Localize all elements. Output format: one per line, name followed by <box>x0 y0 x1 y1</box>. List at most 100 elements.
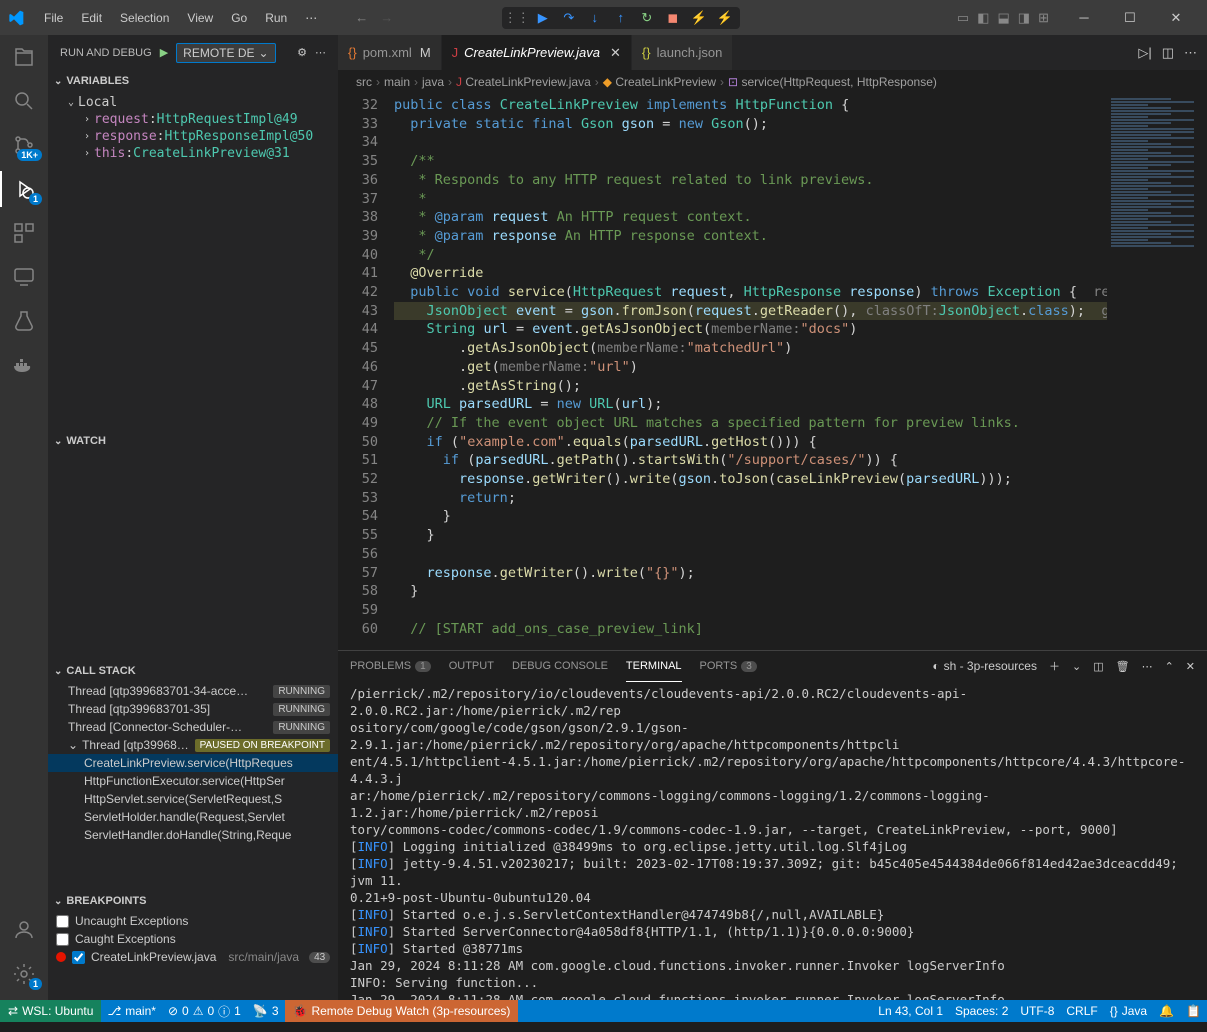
thread-row[interactable]: Thread [qtp399683701-34-acce…RUNNING <box>48 682 338 700</box>
section-callstack[interactable]: ⌄CALL STACK <box>48 660 338 682</box>
menu-go[interactable]: Go <box>223 7 255 29</box>
feedback-icon[interactable]: 📋 <box>1180 1004 1207 1018</box>
bp-uncaught[interactable]: Uncaught Exceptions <box>48 912 338 930</box>
toggle-bottom-icon[interactable]: ⬓ <box>997 10 1009 26</box>
customize-layout-icon[interactable]: ⊞ <box>1038 10 1049 26</box>
stack-frame[interactable]: ServletHolder.handle(Request,Servlet <box>48 808 338 826</box>
tab-debug-console[interactable]: DEBUG CONSOLE <box>512 656 608 676</box>
new-terminal-icon[interactable]: ＋ <box>1049 658 1060 674</box>
breadcrumb[interactable]: src›main›java›J CreateLinkPreview.java›◆… <box>338 70 1207 94</box>
breadcrumb-item[interactable]: ◆ CreateLinkPreview <box>603 75 716 89</box>
paused-thread[interactable]: ⌄Thread [qtp39968…PAUSED ON BREAKPOINT <box>48 736 338 754</box>
toggle-sidebar-icon[interactable]: ◧ <box>977 10 989 26</box>
stack-frame[interactable]: ServletHandler.doHandle(String,Reque <box>48 826 338 844</box>
disconnect-icon[interactable]: ⚡ <box>690 9 708 27</box>
eol-status[interactable]: CRLF <box>1060 1004 1103 1018</box>
tab-ports[interactable]: PORTS3 <box>700 656 757 676</box>
editor-tab[interactable]: {}pom.xmlM <box>338 35 442 70</box>
scope-local[interactable]: ⌄Local <box>48 94 338 111</box>
breadcrumb-item[interactable]: J CreateLinkPreview.java <box>456 75 591 89</box>
settings-gear-icon[interactable]: ⚙ <box>297 46 307 59</box>
stack-frame[interactable]: HttpServlet.service(ServletRequest,S <box>48 790 338 808</box>
breadcrumb-item[interactable]: src <box>356 75 372 89</box>
tab-output[interactable]: OUTPUT <box>449 656 494 676</box>
menu-more[interactable]: ⋯ <box>297 7 325 29</box>
indent-status[interactable]: Spaces: 2 <box>949 1004 1014 1018</box>
menu-edit[interactable]: Edit <box>73 7 110 29</box>
branch-status[interactable]: ⎇main* <box>101 1004 162 1018</box>
line-gutter[interactable]: 3233343536373839404142434445464748495051… <box>338 94 394 650</box>
explorer-icon[interactable] <box>10 43 38 71</box>
split-terminal-icon[interactable]: ◫ <box>1093 660 1103 673</box>
section-watch[interactable]: ⌄WATCH <box>48 430 338 452</box>
terminal-content[interactable]: /pierrick/.m2/repository/io/cloudevents/… <box>338 681 1207 1000</box>
bp-checkbox[interactable] <box>56 915 69 928</box>
section-breakpoints[interactable]: ⌄BREAKPOINTS <box>48 890 338 912</box>
tab-terminal[interactable]: TERMINAL <box>626 656 682 676</box>
encoding-status[interactable]: UTF-8 <box>1014 1004 1060 1018</box>
step-out-icon[interactable]: ↑ <box>612 9 630 27</box>
close-button[interactable]: ✕ <box>1153 0 1199 35</box>
stop-icon[interactable]: ◼ <box>664 9 682 27</box>
step-over-icon[interactable]: ↷ <box>560 9 578 27</box>
settings-icon[interactable]: 1 <box>10 960 38 988</box>
close-panel-icon[interactable]: ✕ <box>1186 660 1195 673</box>
start-debug-icon[interactable]: ▶ <box>160 46 168 59</box>
breadcrumb-item[interactable]: java <box>422 75 444 89</box>
docker-icon[interactable] <box>10 351 38 379</box>
ports-status[interactable]: 📡3 <box>247 1004 285 1018</box>
language-status[interactable]: {} Java <box>1104 1004 1153 1018</box>
diagnostics-status[interactable]: ⊘0 ⚠0 ⓘ1 <box>162 1003 247 1020</box>
minimize-button[interactable]: ─ <box>1061 0 1107 35</box>
split-editor-icon[interactable]: ◫ <box>1162 45 1174 61</box>
toggle-panel-icon[interactable]: ▭ <box>957 10 969 26</box>
editor-tab[interactable]: JCreateLinkPreview.java✕ <box>442 35 632 70</box>
maximize-button[interactable]: ☐ <box>1107 0 1153 35</box>
terminal-picker[interactable]: ◐ sh - 3p-resources <box>932 659 1037 673</box>
debug-icon[interactable]: 1 <box>10 175 38 203</box>
launch-config-select[interactable]: Remote De ⌄ <box>176 43 275 63</box>
bp-caught[interactable]: Caught Exceptions <box>48 930 338 948</box>
thread-row[interactable]: Thread [qtp399683701-35]RUNNING <box>48 700 338 718</box>
search-icon[interactable] <box>10 87 38 115</box>
stack-frame[interactable]: HttpFunctionExecutor.service(HttpSer <box>48 772 338 790</box>
maximize-panel-icon[interactable]: ⌃ <box>1165 660 1174 673</box>
more-actions-icon[interactable]: ⋯ <box>1184 45 1197 61</box>
bp-checkbox[interactable] <box>56 933 69 946</box>
close-tab-icon[interactable]: ✕ <box>610 45 621 61</box>
terminal-dropdown-icon[interactable]: ⌄ <box>1072 660 1081 673</box>
menu-file[interactable]: File <box>36 7 71 29</box>
drag-handle-icon[interactable]: ⋮⋮ <box>508 9 526 27</box>
scm-icon[interactable]: 1K+ <box>10 131 38 159</box>
thread-row[interactable]: Thread [Connector-Scheduler-…RUNNING <box>48 718 338 736</box>
tab-problems[interactable]: PROBLEMS1 <box>350 656 431 676</box>
bp-file[interactable]: CreateLinkPreview.javasrc/main/java43 <box>48 948 338 966</box>
cursor-position[interactable]: Ln 43, Col 1 <box>872 1004 949 1018</box>
menu-run[interactable]: Run <box>257 7 295 29</box>
menu-selection[interactable]: Selection <box>112 7 177 29</box>
step-into-icon[interactable]: ↓ <box>586 9 604 27</box>
editor-tab[interactable]: {}launch.json <box>632 35 733 70</box>
breadcrumb-item[interactable]: main <box>384 75 410 89</box>
nav-back-icon[interactable]: ← <box>355 10 368 25</box>
remote-indicator[interactable]: ⇄WSL: Ubuntu <box>0 1000 101 1022</box>
more-icon[interactable]: ⋯ <box>315 46 326 59</box>
run-icon[interactable]: ▷| <box>1138 45 1151 61</box>
menu-view[interactable]: View <box>179 7 221 29</box>
account-icon[interactable] <box>10 916 38 944</box>
extensions-icon[interactable] <box>10 219 38 247</box>
nav-forward-icon[interactable]: → <box>380 10 393 25</box>
bp-checkbox[interactable] <box>72 951 85 964</box>
continue-icon[interactable]: ▶ <box>534 9 552 27</box>
hot-reload-icon[interactable]: ⚡ <box>716 9 734 27</box>
more-terminal-icon[interactable]: ⋯ <box>1142 660 1153 673</box>
restart-icon[interactable]: ↻ <box>638 9 656 27</box>
toggle-right-icon[interactable]: ◨ <box>1018 10 1030 26</box>
code-editor[interactable]: public class CreateLinkPreview implement… <box>394 94 1107 650</box>
debug-status[interactable]: 🐞Remote Debug Watch (3p-resources) <box>285 1000 519 1022</box>
variable-row[interactable]: ›this: CreateLinkPreview@31 <box>48 145 338 162</box>
stack-frame[interactable]: CreateLinkPreview.service(HttpReques <box>48 754 338 772</box>
remote-explorer-icon[interactable] <box>10 263 38 291</box>
test-icon[interactable] <box>10 307 38 335</box>
kill-terminal-icon[interactable]: 🗑 <box>1116 660 1130 673</box>
